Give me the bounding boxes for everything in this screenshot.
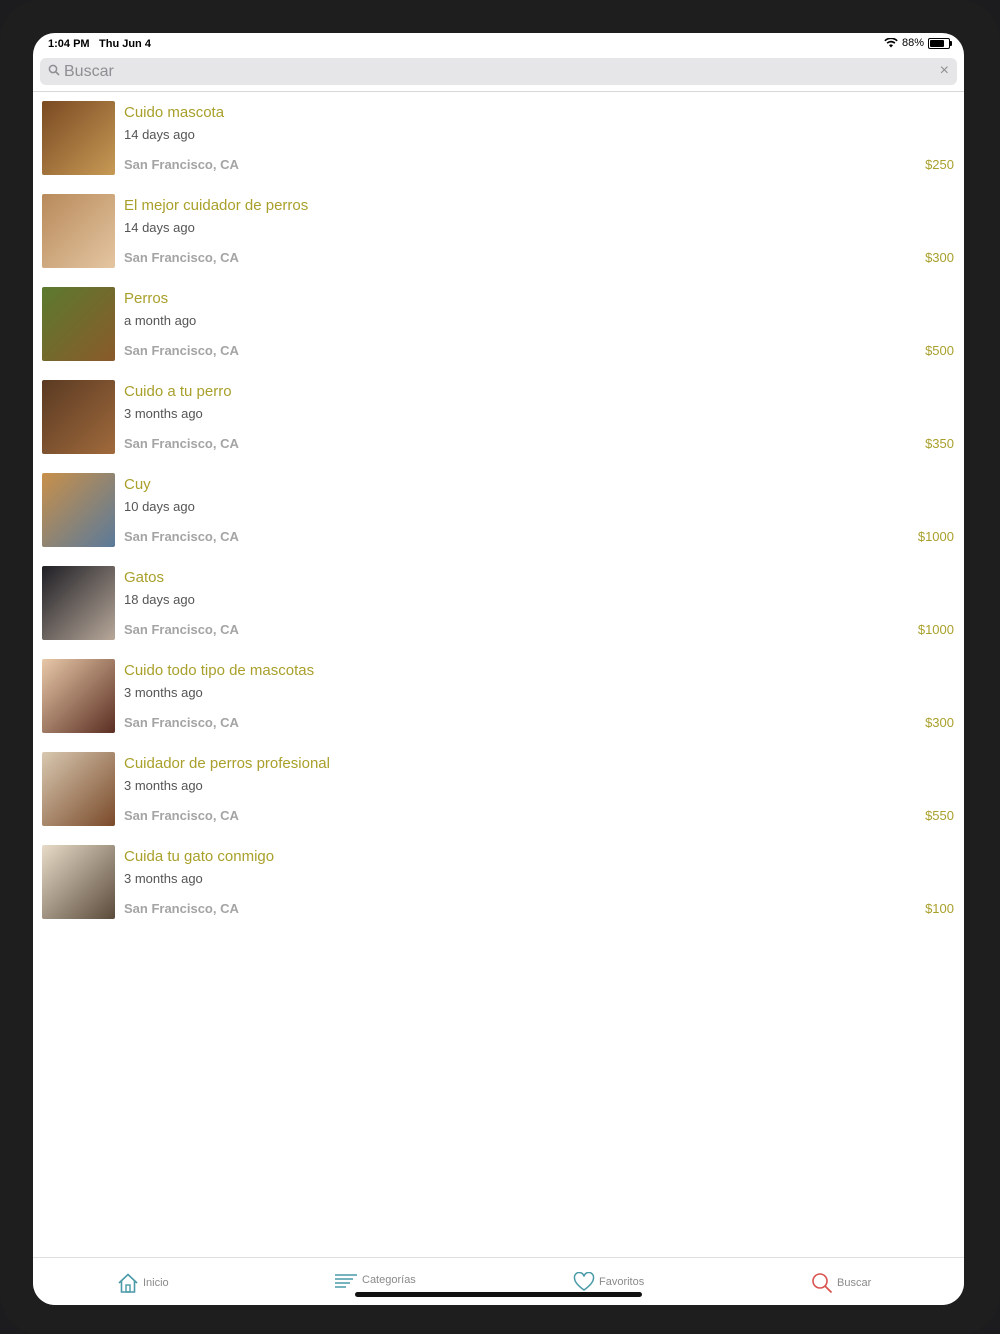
listing-row[interactable]: Cuidador de perros profesional 3 months a… xyxy=(33,752,964,845)
listing-title: Gatos xyxy=(124,569,165,586)
listing-price: $250 xyxy=(925,157,954,172)
listing-title: Cuido todo tipo de mascotas xyxy=(124,662,315,679)
listing-price: $350 xyxy=(925,436,954,451)
listing-row[interactable]: Cuida tu gato conmigo 3 months ago San Fra… xyxy=(33,845,964,938)
listing-price: $1000 xyxy=(917,622,954,637)
tab-inicio[interactable]: Inicio xyxy=(117,1272,169,1294)
listing-title: Perros xyxy=(124,290,169,307)
listing-thumbnail xyxy=(42,659,115,733)
search-icon xyxy=(48,64,60,76)
listing-thumbnail xyxy=(42,845,115,919)
status-bar: 1:04 PM Thu Jun 4 88% xyxy=(33,33,964,55)
listing-price: $1000 xyxy=(917,529,954,544)
search-input[interactable]: Buscar xyxy=(64,63,114,81)
home-indicator xyxy=(355,1292,642,1297)
battery-percent: 88% xyxy=(901,37,924,49)
listing-row[interactable]: Gatos 18 days ago San Francisco, CA $1000 xyxy=(33,566,964,659)
listing-location: San Francisco, CA xyxy=(124,343,239,358)
listing-location: San Francisco, CA xyxy=(124,250,239,265)
listing-title: Cuy xyxy=(124,476,151,493)
tab-favoritos[interactable]: Favoritos xyxy=(573,1272,644,1292)
battery-fill xyxy=(930,39,945,47)
wifi-icon xyxy=(884,38,898,48)
clear-search-icon[interactable]: × xyxy=(940,62,949,80)
battery-icon xyxy=(928,37,952,49)
listing-price: $300 xyxy=(925,250,954,265)
tab-bar: Inicio Categorías Favoritos Buscar xyxy=(33,1257,964,1305)
listing-row[interactable]: Cuido mascota 14 days ago San Francisco, C… xyxy=(33,101,964,194)
listing-price: $500 xyxy=(925,343,954,358)
listing-thumbnail xyxy=(42,380,115,454)
search-divider xyxy=(33,91,964,92)
tab-categorias[interactable]: Categorías xyxy=(334,1272,416,1288)
listing-price: $100 xyxy=(925,901,954,916)
search-icon xyxy=(812,1273,833,1294)
listing-location: San Francisco, CA xyxy=(124,436,239,451)
listing-thumbnail xyxy=(42,566,115,640)
listing-price: $300 xyxy=(925,715,954,730)
listing-row[interactable]: Perros a month ago San Francisco, CA $500 xyxy=(33,287,964,380)
listing-row[interactable]: El mejor cuidador de perros 14 days ago Sa… xyxy=(33,194,964,287)
listing-price: $550 xyxy=(925,808,954,823)
listing-thumbnail xyxy=(42,287,115,361)
status-right: 88% xyxy=(884,37,952,49)
tab-buscar[interactable]: Buscar xyxy=(811,1272,871,1294)
listing-thumbnail xyxy=(42,194,115,268)
listing-time-ago: 14 days ago xyxy=(124,220,195,235)
listing-location: San Francisco, CA xyxy=(124,529,239,544)
listing-time-ago: 3 months ago xyxy=(124,685,203,700)
heart-icon xyxy=(573,1272,595,1291)
listing-time-ago: 14 days ago xyxy=(124,127,195,142)
listing-thumbnail xyxy=(42,473,115,547)
search-bar[interactable]: Buscar × xyxy=(40,58,957,85)
listing-thumbnail xyxy=(42,101,115,175)
listing-row[interactable]: Cuido a tu perro 3 months ago San Francisc… xyxy=(33,380,964,473)
listing-row[interactable]: Cuy 10 days ago San Francisco, CA $1000 xyxy=(33,473,964,566)
listing-location: San Francisco, CA xyxy=(124,157,239,172)
listing-time-ago: a month ago xyxy=(124,313,197,328)
listing-title: Cuido a tu perro xyxy=(124,383,232,400)
listing-title: Cuido mascota xyxy=(124,104,225,121)
home-icon xyxy=(118,1273,138,1293)
listing-location: San Francisco, CA xyxy=(124,808,239,823)
listing-title: Cuida tu gato conmigo xyxy=(124,848,275,865)
listing-row[interactable]: Cuido todo tipo de mascotas 3 months ago S… xyxy=(33,659,964,752)
listing-time-ago: 3 months ago xyxy=(124,778,203,793)
app-screen: 1:04 PM Thu Jun 4 88% Buscar × Cuido mas… xyxy=(33,33,964,1305)
listing-time-ago: 3 months ago xyxy=(124,406,203,421)
listing-location: San Francisco, CA xyxy=(124,901,239,916)
tab-categorias-label: Categorías xyxy=(362,1274,416,1286)
listing-time-ago: 10 days ago xyxy=(124,499,195,514)
listing-title: Cuidador de perros profesional xyxy=(124,755,330,772)
tab-inicio-label: Inicio xyxy=(143,1277,169,1289)
status-time: 1:04 PM xyxy=(48,38,90,50)
listing-thumbnail xyxy=(42,752,115,826)
listing-list: Cuido mascota 14 days ago San Francisco, C… xyxy=(33,101,964,938)
tab-buscar-label: Buscar xyxy=(837,1277,872,1289)
listing-location: San Francisco, CA xyxy=(124,715,239,730)
status-date: Thu Jun 4 xyxy=(99,38,151,50)
listing-title: El mejor cuidador de perros xyxy=(124,197,309,214)
listing-time-ago: 18 days ago xyxy=(124,592,195,607)
tab-favoritos-label: Favoritos xyxy=(599,1276,645,1288)
listing-time-ago: 3 months ago xyxy=(124,871,203,886)
list-icon xyxy=(335,1274,357,1288)
listing-location: San Francisco, CA xyxy=(124,622,239,637)
